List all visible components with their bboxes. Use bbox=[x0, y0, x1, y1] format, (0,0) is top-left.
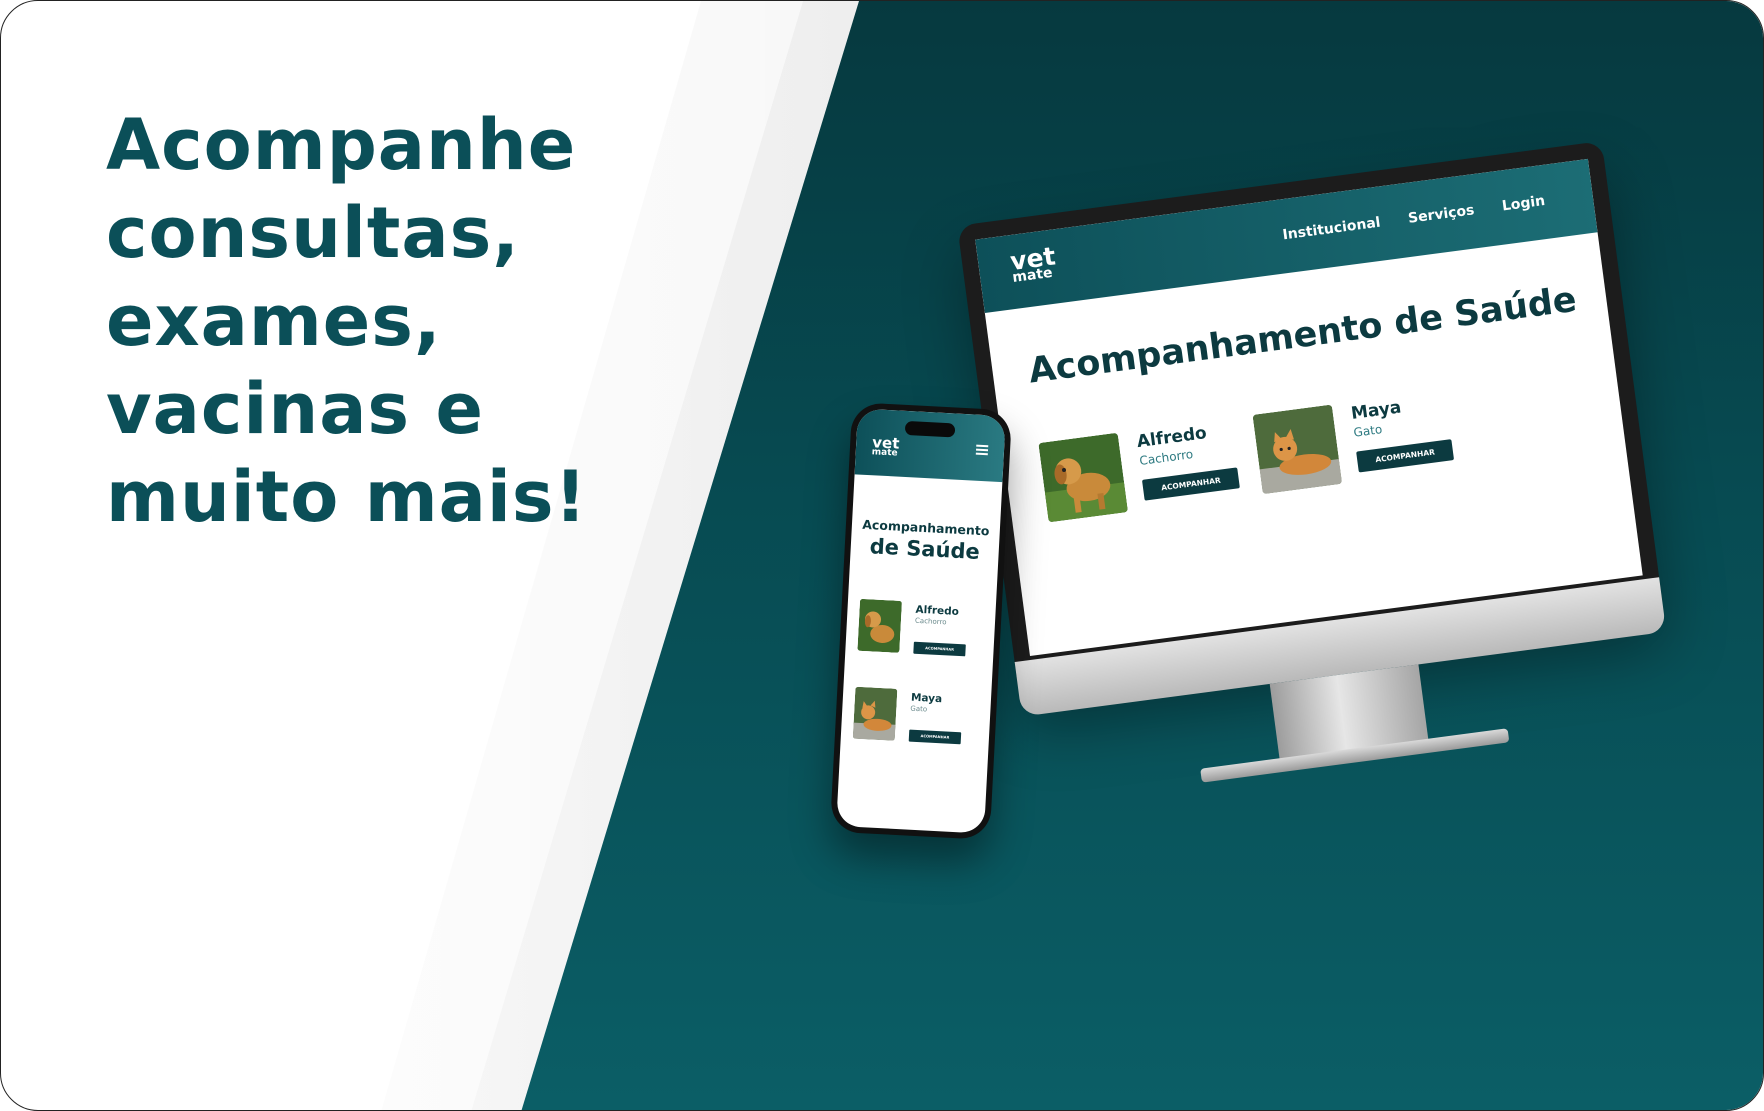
headline-line: muito mais! bbox=[106, 456, 588, 538]
nav-item-login[interactable]: Login bbox=[1501, 193, 1546, 215]
pet-species: Gato bbox=[910, 704, 928, 714]
mobile-pet-card-alfredo: Alfredo Cachorro ACOMPANHAR bbox=[857, 598, 990, 666]
desktop-monitor-mockup: vet mate Institucional Serviços Login Ac… bbox=[957, 140, 1675, 783]
headline-line: consultas, bbox=[106, 192, 520, 274]
nav-item-servicos[interactable]: Serviços bbox=[1407, 202, 1475, 227]
cat-photo bbox=[1252, 404, 1343, 495]
phone-notch bbox=[904, 420, 956, 438]
acompanhar-button[interactable]: ACOMPANHAR bbox=[1141, 467, 1240, 501]
pet-card-maya: Maya Gato ACOMPANHAR bbox=[1252, 386, 1482, 504]
dog-photo bbox=[857, 598, 903, 653]
cat-photo bbox=[852, 686, 898, 741]
acompanhar-button[interactable]: ACOMPANHAR bbox=[908, 729, 962, 745]
logo-line2: mate bbox=[871, 447, 898, 459]
acompanhar-button[interactable]: ACOMPANHAR bbox=[1356, 439, 1455, 473]
hamburger-icon[interactable] bbox=[975, 444, 989, 456]
desktop-screen: vet mate Institucional Serviços Login Ac… bbox=[975, 158, 1643, 656]
dog-photo bbox=[1038, 432, 1129, 523]
mobile-navbar: vet mate bbox=[854, 408, 1006, 483]
headline-line: exames, bbox=[106, 280, 442, 362]
mobile-page-title: Acompanhamento de Saúde bbox=[850, 516, 1000, 565]
pet-name: Maya bbox=[910, 691, 943, 706]
pet-species: Cachorro bbox=[914, 616, 947, 627]
mobile-screen: vet mate Acompanhamento de Saúde Alfredo… bbox=[836, 408, 1006, 834]
mobile-phone-mockup: vet mate Acompanhamento de Saúde Alfredo… bbox=[829, 402, 1013, 840]
vetmate-logo[interactable]: vet mate bbox=[1008, 241, 1059, 286]
pet-name: Maya bbox=[1349, 397, 1403, 424]
logo-line2: mate bbox=[1011, 264, 1054, 286]
headline-line: vacinas e bbox=[106, 368, 484, 450]
headline-line: Acompanhe bbox=[106, 104, 577, 186]
mobile-title-line2: de Saúde bbox=[869, 534, 981, 564]
promo-card: Acompanhe consultas, exames, vacinas e m… bbox=[0, 0, 1764, 1111]
nav-item-institucional[interactable]: Institucional bbox=[1282, 215, 1382, 244]
mobile-pet-card-maya: Maya Gato ACOMPANHAR bbox=[852, 686, 985, 754]
pet-name: Alfredo bbox=[915, 603, 960, 618]
hero-headline: Acompanhe consultas, exames, vacinas e m… bbox=[106, 101, 626, 541]
pet-name: Alfredo bbox=[1135, 423, 1208, 453]
acompanhar-button[interactable]: ACOMPANHAR bbox=[913, 641, 966, 657]
pet-species: Gato bbox=[1352, 422, 1384, 440]
pet-card-alfredo: Alfredo Cachorro ACOMPANHAR bbox=[1038, 414, 1268, 532]
desktop-nav-menu: Institucional Serviços Login bbox=[1282, 193, 1546, 243]
vetmate-logo[interactable]: vet mate bbox=[871, 433, 900, 459]
